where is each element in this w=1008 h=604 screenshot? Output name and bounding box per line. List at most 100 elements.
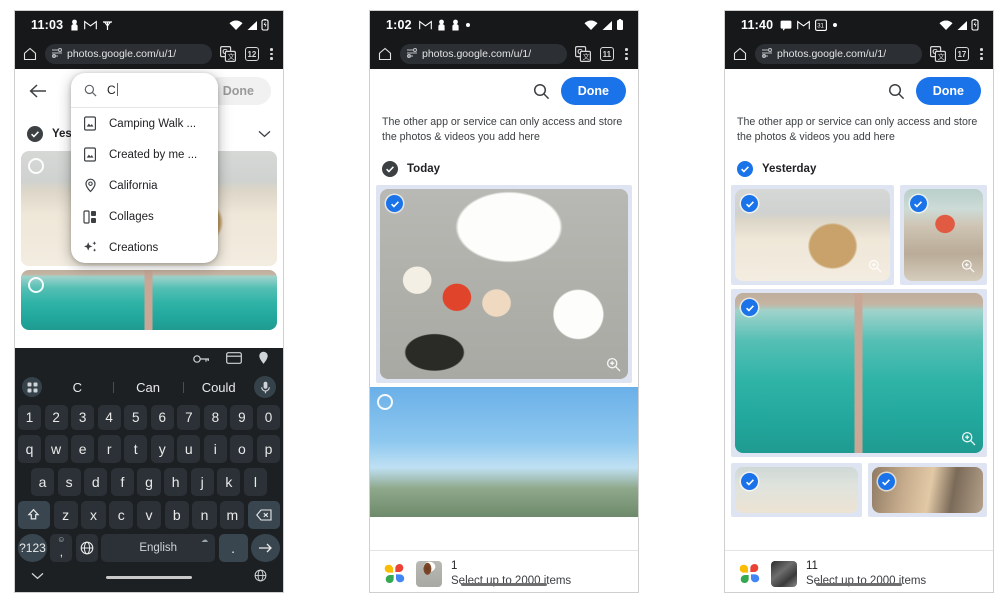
zoom-in-icon[interactable] [868,259,883,274]
select-all-checkbox[interactable] [382,161,398,178]
shift-icon[interactable] [17,500,51,529]
overflow-menu-icon[interactable] [267,48,276,60]
search-field-row[interactable]: C [71,73,218,108]
photo-selected-indicator[interactable] [877,473,895,491]
chevron-down-icon[interactable] [31,571,44,583]
select-all-checkbox[interactable] [737,161,753,178]
photo-selected-indicator[interactable] [741,299,758,317]
zoom-in-icon[interactable] [961,431,976,446]
key-o[interactable]: o [230,434,254,463]
overflow-menu-icon[interactable] [977,48,986,60]
photo-tile-city-skyline[interactable] [370,387,638,518]
overflow-menu-icon[interactable] [622,48,631,60]
key-y[interactable]: y [150,434,174,463]
key-0[interactable]: 0 [256,404,280,430]
suggestion-creations[interactable]: Creations [71,232,218,263]
done-button[interactable]: Done [915,77,981,105]
key-1[interactable]: 1 [18,404,42,430]
key-u[interactable]: u [177,434,201,463]
home-gesture-pill[interactable] [461,583,547,586]
key-h[interactable]: h [164,467,188,496]
photo-selected-indicator[interactable] [741,195,758,213]
key-9[interactable]: 9 [230,404,254,430]
backspace-icon[interactable] [247,500,281,529]
photo-tile-indoor[interactable] [871,467,983,514]
card-icon[interactable] [226,351,242,369]
key-8[interactable]: 8 [203,404,227,430]
search-icon[interactable] [531,80,553,102]
key-6[interactable]: 6 [150,404,174,430]
key-n[interactable]: n [192,500,217,529]
home-icon[interactable] [732,46,748,62]
suggestion-created-by-me[interactable]: Created by me ... [71,139,218,170]
zoom-in-icon[interactable] [961,259,976,274]
key-r[interactable]: r [97,434,121,463]
photo-unselected-indicator[interactable] [377,394,393,411]
search-icon[interactable] [886,80,908,102]
key-p[interactable]: p [256,434,280,463]
key-i[interactable]: i [203,434,227,463]
home-gesture-pill[interactable] [106,575,192,579]
tab-switcher-button[interactable]: 11 [598,46,615,63]
key-s[interactable]: s [57,467,81,496]
photo-tile-aerial-sea[interactable] [735,293,983,454]
key-5[interactable]: 5 [124,404,148,430]
tab-switcher-button[interactable]: 17 [953,46,970,63]
key-w[interactable]: w [44,434,68,463]
key-f[interactable]: f [110,467,134,496]
photo-tile-beach-bag[interactable] [735,189,890,282]
key-l[interactable]: l [243,467,267,496]
photo-selected-indicator[interactable] [909,195,927,213]
key-z[interactable]: z [53,500,78,529]
google-translate-icon[interactable]: G文 [929,46,946,63]
zoom-in-icon[interactable] [606,357,621,372]
chevron-down-icon[interactable] [258,125,271,143]
grid-icon[interactable] [22,377,42,397]
key-b[interactable]: b [164,500,189,529]
photo-selected-indicator[interactable] [741,473,758,491]
suggestion-chip-3[interactable]: Could [183,380,254,395]
photo-unselected-indicator[interactable] [28,158,44,174]
key-x[interactable]: x [81,500,106,529]
photo-tile-aerial[interactable] [21,270,277,330]
home-icon[interactable] [22,46,38,62]
key-d[interactable]: d [84,467,108,496]
key-e[interactable]: e [71,434,95,463]
home-gesture-pill[interactable] [816,583,902,586]
key-2[interactable]: 2 [44,404,68,430]
suggestion-camping-walk[interactable]: Camping Walk ... [71,108,218,139]
suggestion-california[interactable]: California [71,170,218,201]
photo-selected-indicator[interactable] [386,195,403,213]
suggestion-chip-2[interactable]: Can [112,380,184,395]
globe-icon[interactable] [254,569,267,585]
google-translate-icon[interactable]: G文 [219,46,236,63]
key-v[interactable]: v [136,500,162,529]
done-button[interactable]: Done [560,77,626,105]
home-icon[interactable] [377,46,393,62]
photo-unselected-indicator[interactable] [28,277,44,293]
photo-tile-sand[interactable] [735,467,858,514]
period-key[interactable]: . [218,533,248,562]
back-arrow-icon[interactable] [27,80,49,102]
key-3[interactable]: 3 [71,404,95,430]
globe-icon[interactable] [75,533,98,562]
key-a[interactable]: a [31,467,55,496]
key-k[interactable]: k [217,467,241,496]
key-4[interactable]: 4 [97,404,121,430]
key-7[interactable]: 7 [177,404,201,430]
photo-tile-rocks[interactable] [903,189,983,282]
google-translate-icon[interactable]: G文 [574,46,591,63]
key-m[interactable]: m [220,500,245,529]
space-key[interactable]: ☁ English [101,533,216,562]
key-c[interactable]: c [109,500,134,529]
suggestion-chip-1[interactable]: C [42,380,113,395]
key-j[interactable]: j [190,467,214,496]
tab-switcher-button[interactable]: 12 [243,46,260,63]
key-icon[interactable] [193,351,210,369]
url-bar[interactable]: photos.google.com/u/1/ [45,44,213,64]
key-g[interactable]: g [137,467,161,496]
enter-arrow-icon[interactable] [251,533,280,562]
search-input[interactable]: C [107,83,118,97]
symbols-key[interactable]: ?123 [18,533,47,562]
key-q[interactable]: q [18,434,42,463]
